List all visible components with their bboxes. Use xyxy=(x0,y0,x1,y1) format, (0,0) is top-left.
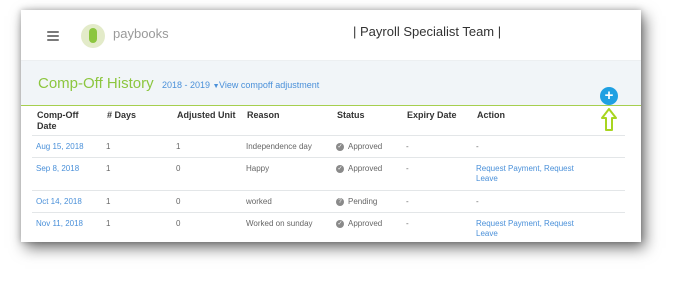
days-cell: 1 xyxy=(106,197,111,206)
page-title: Comp-Off History xyxy=(38,75,154,92)
app-window: paybooks | Payroll Specialist Team | Com… xyxy=(21,10,641,242)
view-compoff-adjustment-link[interactable]: View compoff adjustment xyxy=(219,80,319,90)
reason-cell: Independence day xyxy=(246,142,312,151)
arrow-up-icon xyxy=(601,108,617,131)
expiry-cell: - xyxy=(406,142,409,151)
add-compoff-button[interactable]: + xyxy=(600,87,618,105)
column-header-days: # Days xyxy=(107,110,137,120)
status-label: Approved xyxy=(348,164,383,173)
request-actions-link[interactable]: Request Payment, Request Leave xyxy=(476,219,581,239)
date-link[interactable]: Oct 14, 2018 xyxy=(36,197,82,207)
adjusted-unit-cell: 0 xyxy=(176,219,181,228)
team-name: | Payroll Specialist Team | xyxy=(353,24,502,39)
status-label: Pending xyxy=(348,197,378,206)
adjusted-unit-cell: 0 xyxy=(176,197,181,206)
reason-cell: Worked on sunday xyxy=(246,219,313,228)
table-row: Sep 8, 2018 1 0 Happy ✓ Approved - Reques… xyxy=(32,157,625,191)
logo-icon xyxy=(81,24,105,48)
action-cell: - xyxy=(476,197,479,206)
expiry-cell: - xyxy=(406,164,409,173)
date-link[interactable]: Nov 11, 2018 xyxy=(36,219,83,229)
adjusted-unit-cell: 0 xyxy=(176,164,181,173)
logo-text: paybooks xyxy=(113,26,169,41)
expiry-cell: - xyxy=(406,197,409,206)
status-cell: ✓ Approved xyxy=(336,142,382,152)
status-cell: ? Pending xyxy=(336,197,377,207)
table-row: Nov 11, 2018 1 0 Worked on sunday ✓ Appro… xyxy=(32,212,625,242)
column-header-action: Action xyxy=(477,110,505,120)
status-cell: ✓ Approved xyxy=(336,164,382,174)
days-cell: 1 xyxy=(106,164,111,173)
expiry-cell: - xyxy=(406,219,409,228)
year-range-dropdown[interactable]: 2018 - 2019 ▼ xyxy=(162,80,220,90)
adjusted-unit-cell: 1 xyxy=(176,142,181,151)
table-row: Aug 15, 2018 1 1 Independence day ✓ Appro… xyxy=(32,135,625,158)
menu-icon[interactable] xyxy=(47,31,59,41)
plus-icon: + xyxy=(604,87,614,104)
reason-cell: worked xyxy=(246,197,272,206)
status-label: Approved xyxy=(348,219,383,228)
status-cell: ✓ Approved xyxy=(336,219,382,229)
days-cell: 1 xyxy=(106,142,111,151)
top-bar: paybooks | Payroll Specialist Team | xyxy=(21,10,641,61)
date-link[interactable]: Aug 15, 2018 xyxy=(36,142,84,152)
column-header-status: Status xyxy=(337,110,365,120)
action-cell: - xyxy=(476,142,479,151)
check-icon: ✓ xyxy=(336,142,344,151)
table-row: Oct 14, 2018 1 0 worked ? Pending - - xyxy=(32,190,625,213)
column-header-adjusted-unit: Adjusted Unit xyxy=(177,110,236,120)
check-icon: ✓ xyxy=(336,219,344,228)
status-label: Approved xyxy=(348,142,383,151)
request-actions-link[interactable]: Request Payment, Request Leave xyxy=(476,164,581,184)
year-range-label: 2018 - 2019 xyxy=(162,80,211,90)
date-link[interactable]: Sep 8, 2018 xyxy=(36,164,79,174)
column-header-date: Comp-Off Date xyxy=(37,110,79,131)
reason-cell: Happy xyxy=(246,164,270,173)
days-cell: 1 xyxy=(106,219,111,228)
check-icon: ✓ xyxy=(336,164,344,173)
question-icon: ? xyxy=(336,197,344,206)
column-header-reason: Reason xyxy=(247,110,280,120)
column-header-expiry-date: Expiry Date xyxy=(407,110,457,120)
page-header: Comp-Off History 2018 - 2019 ▼ View comp… xyxy=(21,61,641,106)
